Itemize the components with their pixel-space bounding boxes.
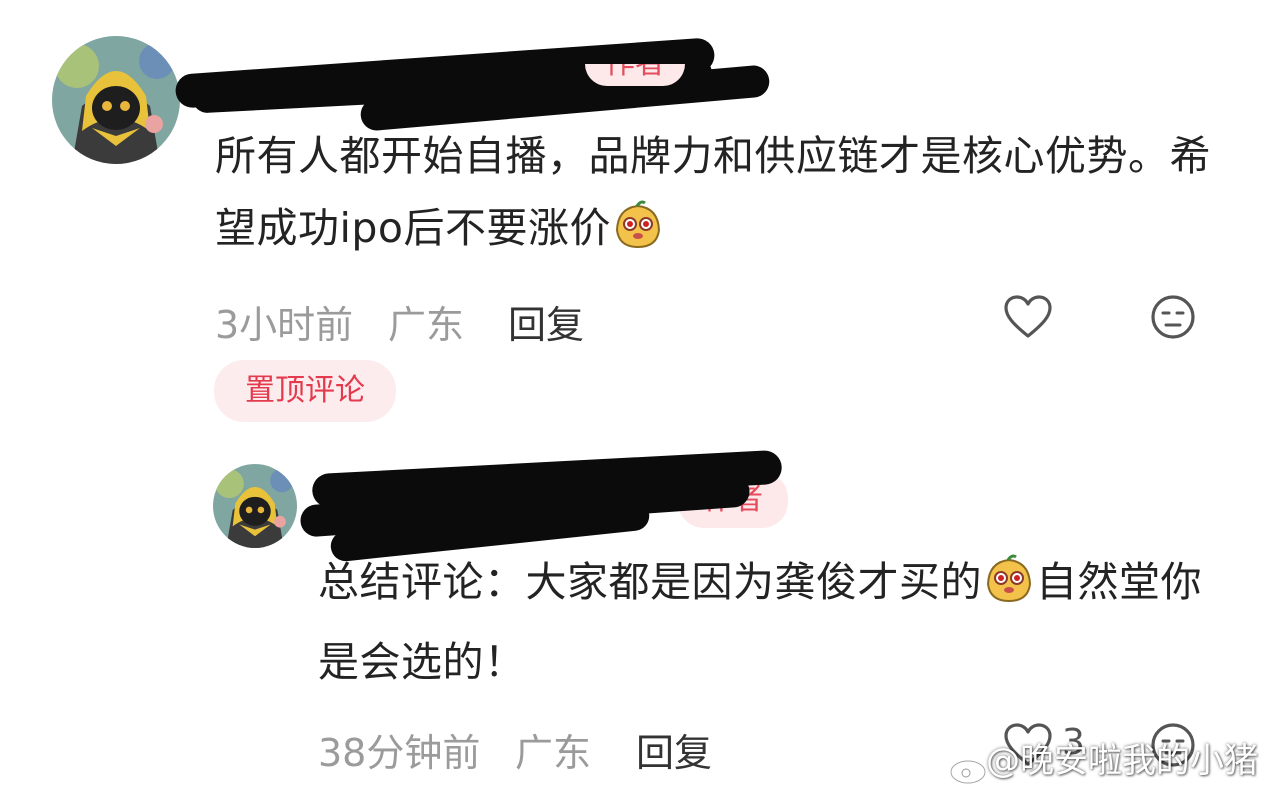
- reply-button[interactable]: 回复: [508, 294, 584, 349]
- comment-time: 3小时前: [215, 303, 354, 347]
- emoji-icon: [613, 200, 663, 272]
- reply-time: 38分钟前: [318, 731, 481, 775]
- dislike-face-icon[interactable]: [1150, 294, 1196, 344]
- avatar[interactable]: [213, 464, 297, 548]
- emoji-icon: [984, 554, 1034, 626]
- reply-button[interactable]: 回复: [636, 722, 712, 777]
- pinned-comment-badge: 置顶评论: [214, 360, 396, 422]
- heart-icon[interactable]: [1003, 294, 1053, 344]
- comment-location: 广东: [388, 303, 465, 347]
- reply-location: 广东: [515, 731, 592, 775]
- reply-content[interactable]: 总结评论：大家都是因为龚俊才买的 自然堂你是会选的！: [318, 546, 1218, 698]
- watermark: @晚安啦我的小猪: [986, 741, 1258, 781]
- avatar[interactable]: [52, 36, 180, 164]
- comment-content[interactable]: 所有人都开始自播，品牌力和供应链才是核心优势。希望成功ipo后不要涨价: [215, 120, 1215, 272]
